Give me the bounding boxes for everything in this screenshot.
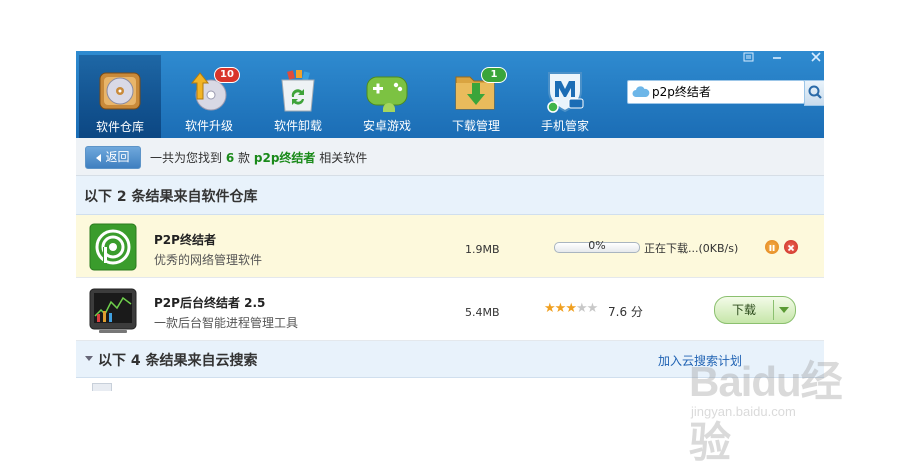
android-gamepad-icon xyxy=(365,69,409,113)
app-name: P2P终结者 xyxy=(154,233,216,247)
pause-icon xyxy=(769,245,775,251)
search-keyword: p2p终结者 xyxy=(253,151,316,165)
minimize-icon[interactable] xyxy=(768,51,786,67)
star-filled-icon: ★ xyxy=(565,301,577,316)
search-icon xyxy=(805,85,824,107)
search-box xyxy=(627,80,805,104)
search-input[interactable] xyxy=(652,82,796,100)
nav-label: 软件升级 xyxy=(184,119,233,133)
nav-label: 软件卸载 xyxy=(273,119,322,133)
top-toolbar: 软件仓库 10 软件升级 软件卸载 安卓游戏 1 下载管理 手机管家 p2p终结… xyxy=(76,51,824,138)
star-empty-icon: ★ xyxy=(575,301,588,316)
back-button[interactable]: 返回 xyxy=(85,146,141,169)
nav-android-games[interactable]: 安卓游戏 xyxy=(346,63,428,137)
search-button[interactable] xyxy=(804,80,824,106)
cloud-icon xyxy=(632,84,650,103)
file-size: 5.4MB xyxy=(465,306,500,319)
list-item[interactable]: P2P后台终结者 2.5 一款后台智能进程管理工具 5.4MB ★★★★★ 7.… xyxy=(76,278,824,341)
recycle-bin-icon xyxy=(276,69,320,113)
nav-mobile-manager[interactable]: 手机管家 xyxy=(524,63,606,137)
upgrade-count-badge: 10 xyxy=(214,67,240,83)
close-icon xyxy=(787,244,795,252)
chevron-down-icon[interactable] xyxy=(779,307,789,313)
pause-button[interactable] xyxy=(765,240,779,254)
app-name: P2P后台终结者 2.5 xyxy=(154,296,266,310)
mobile-shield-icon xyxy=(543,69,587,113)
section-header-warehouse: 以下 2 条结果来自软件仓库 xyxy=(76,176,824,215)
summary-suffix: 相关软件 xyxy=(319,151,368,165)
p2p-app-icon xyxy=(89,223,137,271)
nav-label: 安卓游戏 xyxy=(362,119,411,133)
star-empty-icon: ★ xyxy=(586,301,599,316)
section-title: 以下 2 条结果来自软件仓库 xyxy=(84,189,258,205)
progress-percent: 0% xyxy=(588,239,606,252)
result-summary: 一共为您找到 6 款 p2p终结者 相关软件 xyxy=(150,149,367,166)
disc-box-icon xyxy=(98,69,142,113)
star-filled-icon: ★ xyxy=(554,301,567,316)
nav-label: 软件仓库 xyxy=(95,120,144,134)
download-button[interactable]: 下载 xyxy=(714,296,796,324)
back-label: 返回 xyxy=(105,150,130,164)
summary-mid: 款 xyxy=(238,151,251,165)
nav-software-uninstall[interactable]: 软件卸载 xyxy=(257,63,339,137)
button-divider xyxy=(773,300,774,320)
watermark: Baidu经验 jingyan.baidu.com xyxy=(689,338,879,466)
file-size: 1.9MB xyxy=(465,243,500,256)
result-count: 6 xyxy=(225,151,235,165)
star-filled-icon: ★ xyxy=(544,301,556,316)
nav-download-manager[interactable]: 1 下载管理 xyxy=(435,63,517,137)
skin-icon[interactable] xyxy=(740,51,758,67)
nav-label: 下载管理 xyxy=(451,119,500,133)
rating-stars: ★★★★★ xyxy=(544,301,599,316)
rating-score: 7.6 分 xyxy=(608,305,643,319)
cancel-button[interactable] xyxy=(784,240,798,254)
app-description: 一款后台智能进程管理工具 xyxy=(154,316,299,330)
collapse-arrow-icon[interactable] xyxy=(85,356,93,361)
partial-app-icon xyxy=(92,383,112,391)
section-title: 以下 4 条结果来自云搜索 xyxy=(98,353,258,369)
watermark-url: jingyan.baidu.com xyxy=(691,404,796,419)
breadcrumb-bar: 返回 一共为您找到 6 款 p2p终结者 相关软件 xyxy=(76,138,824,176)
back-arrow-icon xyxy=(96,153,102,162)
list-item[interactable]: P2P终结者 优秀的网络管理软件 1.9MB 0% 正在下载...(0KB/s) xyxy=(76,215,824,278)
download-label: 下载 xyxy=(731,303,756,317)
app-description: 优秀的网络管理软件 xyxy=(154,253,263,267)
download-count-badge: 1 xyxy=(481,67,507,83)
summary-prefix: 一共为您找到 xyxy=(150,151,223,165)
monitor-app-icon xyxy=(89,286,137,334)
close-icon[interactable] xyxy=(807,51,824,67)
download-status: 正在下载...(0KB/s) xyxy=(644,242,739,255)
nav-label: 手机管家 xyxy=(540,119,589,133)
nav-software-warehouse[interactable]: 软件仓库 xyxy=(79,55,161,138)
nav-software-upgrade[interactable]: 10 软件升级 xyxy=(168,63,250,137)
